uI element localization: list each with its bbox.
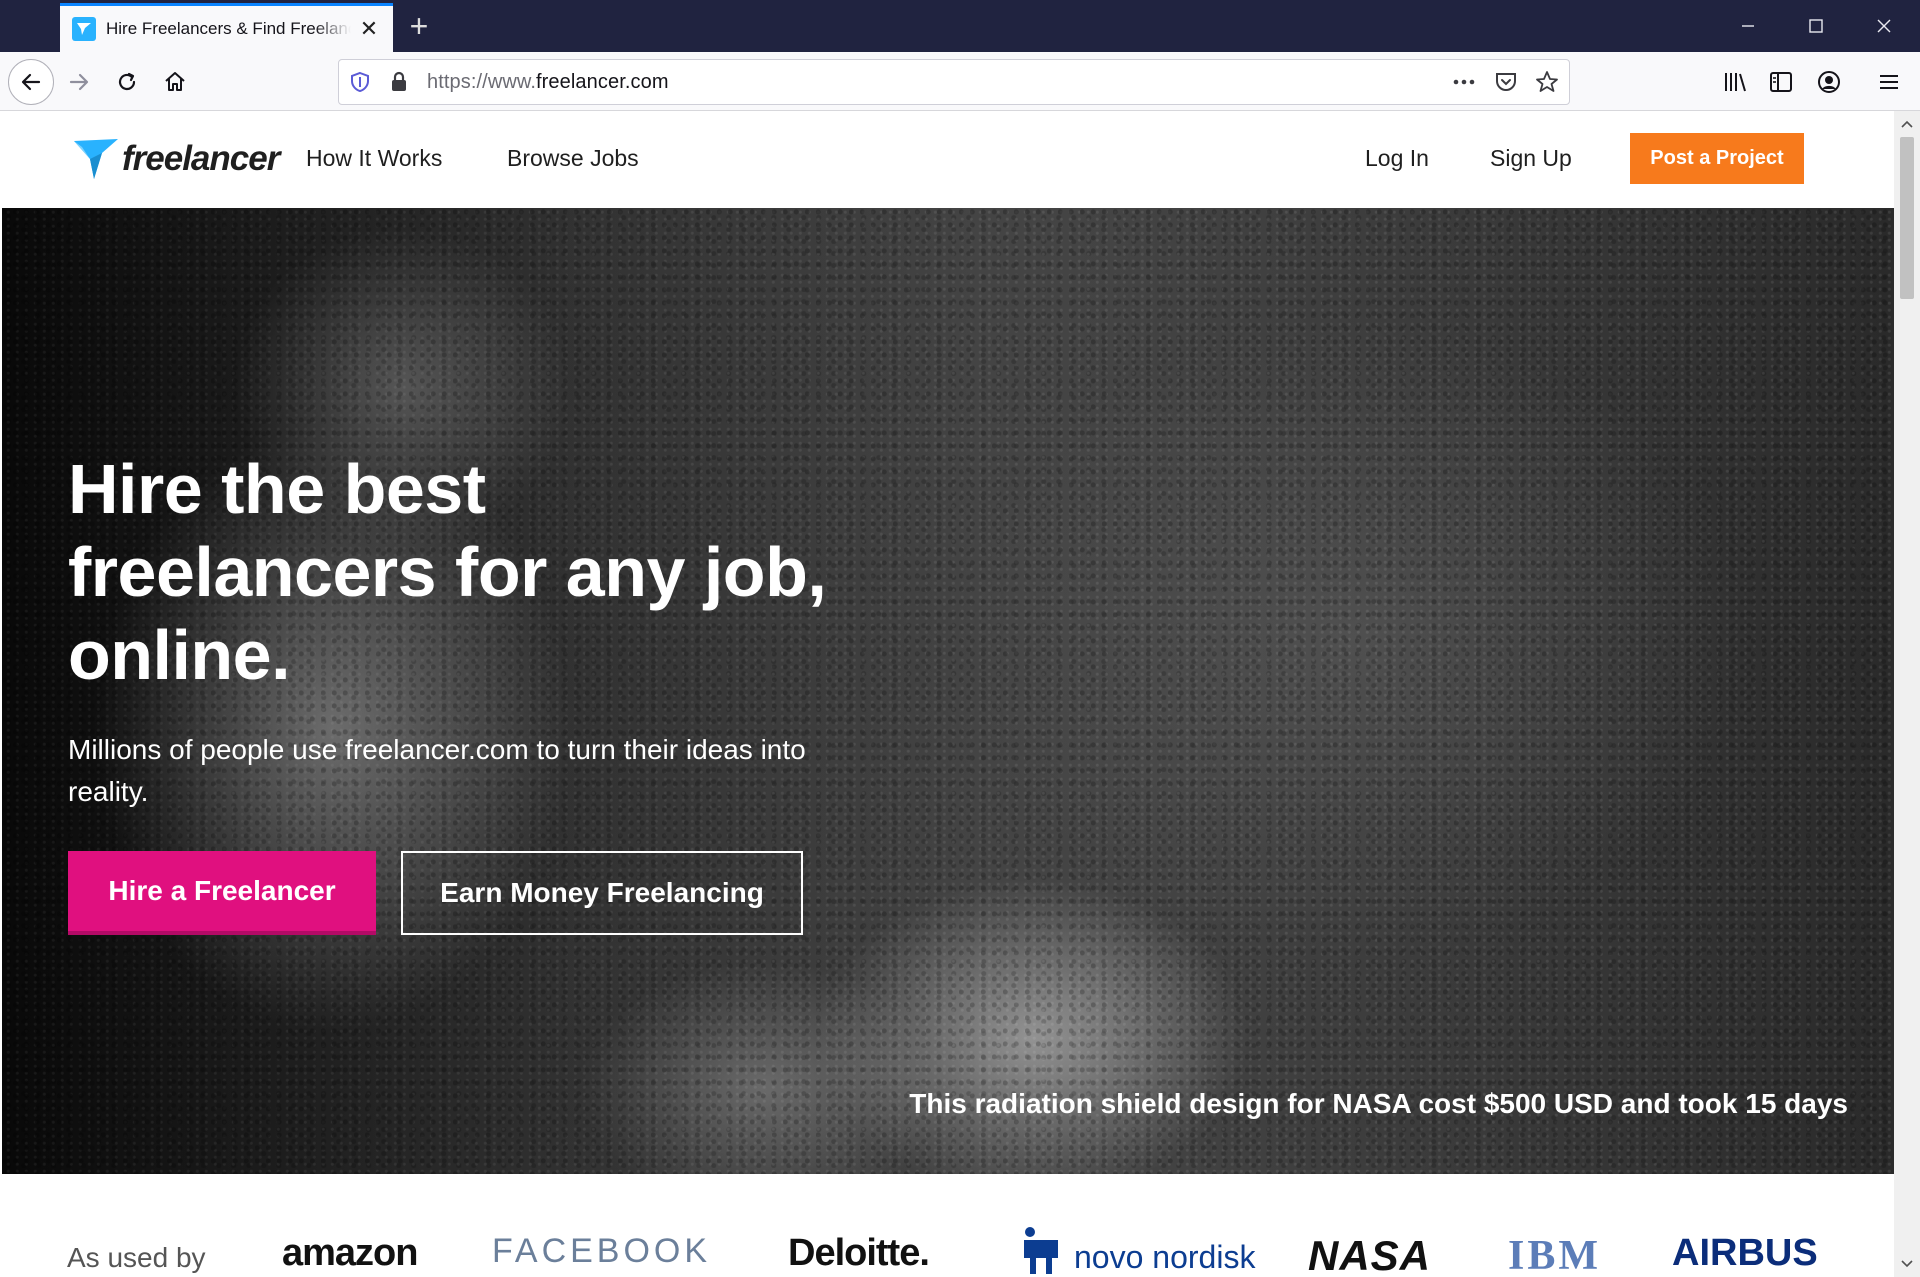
novo-nordisk-bull-icon (1024, 1227, 1058, 1274)
page-scrollbar[interactable] (1894, 111, 1920, 1277)
hire-freelancer-button[interactable]: Hire a Freelancer (68, 851, 376, 935)
url-text[interactable]: https://www.freelancer.com (427, 71, 669, 94)
reload-icon[interactable] (104, 59, 150, 105)
brand-logo-nasa: NASA (1308, 1232, 1432, 1277)
client-logos-strip: As used by amazon FACEBOOK Deloitte. nov… (0, 1174, 1894, 1277)
minimize-icon[interactable] (1714, 0, 1782, 52)
account-icon[interactable] (1816, 69, 1842, 100)
scroll-up-icon[interactable] (1894, 111, 1920, 137)
brand-logo-airbus: AIRBUS (1672, 1232, 1818, 1274)
brand-logo-ibm: IBM (1508, 1233, 1601, 1277)
tab-title: Hire Freelancers & Find Freelance Jobs (106, 19, 351, 38)
nav-browse-jobs[interactable]: Browse Jobs (507, 145, 639, 172)
hero-caption: This radiation shield design for NASA co… (909, 1088, 1848, 1119)
nav-how-it-works[interactable]: How It Works (306, 145, 442, 172)
freelancer-favicon-icon (72, 17, 96, 41)
lock-icon[interactable] (389, 71, 409, 98)
logo-text: freelancer (122, 139, 280, 178)
freelancer-logo[interactable]: freelancer (72, 135, 280, 183)
new-tab-icon[interactable]: + (404, 6, 434, 46)
forward-icon[interactable] (56, 59, 102, 105)
more-actions-icon[interactable] (1451, 71, 1477, 98)
brand-logo-facebook: FACEBOOK (492, 1232, 712, 1270)
signup-link[interactable]: Sign Up (1490, 145, 1572, 172)
hero-title: Hire the best freelancers for any job, o… (68, 450, 827, 694)
earn-money-button[interactable]: Earn Money Freelancing (401, 851, 803, 935)
address-bar[interactable]: https://www.freelancer.com (338, 59, 1570, 105)
hero-banner: Hire the best freelancers for any job, o… (2, 208, 1894, 1174)
browser-toolbar: https://www.freelancer.com (0, 52, 1920, 111)
maximize-icon[interactable] (1782, 0, 1850, 52)
as-used-by-label: As used by (67, 1242, 206, 1273)
sidebar-toggle-icon[interactable] (1768, 69, 1794, 100)
hamburger-menu-icon[interactable] (1876, 69, 1902, 100)
brand-logo-novo-nordisk: novo nordisk (1018, 1224, 1255, 1276)
bookmark-star-icon[interactable] (1535, 70, 1559, 99)
web-page: freelancer How It Works Browse Jobs Log … (0, 111, 1894, 1277)
close-window-icon[interactable] (1850, 0, 1918, 52)
tracking-shield-icon[interactable] (349, 71, 371, 98)
pocket-icon[interactable] (1494, 71, 1518, 98)
site-header: freelancer How It Works Browse Jobs Log … (0, 111, 1894, 208)
brand-logo-amazon: amazon (282, 1232, 418, 1274)
browser-titlebar: Hire Freelancers & Find Freelance Jobs ✕… (0, 0, 1920, 52)
freelancer-bird-icon (74, 139, 118, 179)
hero-subtitle: Millions of people use freelancer.com to… (68, 734, 806, 807)
scrollbar-thumb[interactable] (1900, 137, 1914, 299)
back-icon[interactable] (8, 59, 54, 105)
browser-tab[interactable]: Hire Freelancers & Find Freelance Jobs ✕ (60, 3, 393, 52)
home-icon[interactable] (152, 59, 198, 105)
post-project-button[interactable]: Post a Project (1630, 133, 1804, 184)
library-icon[interactable] (1722, 69, 1748, 100)
tab-close-icon[interactable]: ✕ (357, 18, 381, 40)
login-link[interactable]: Log In (1365, 145, 1429, 172)
scroll-down-icon[interactable] (1894, 1251, 1920, 1277)
brand-logo-deloitte: Deloitte. (788, 1232, 930, 1274)
